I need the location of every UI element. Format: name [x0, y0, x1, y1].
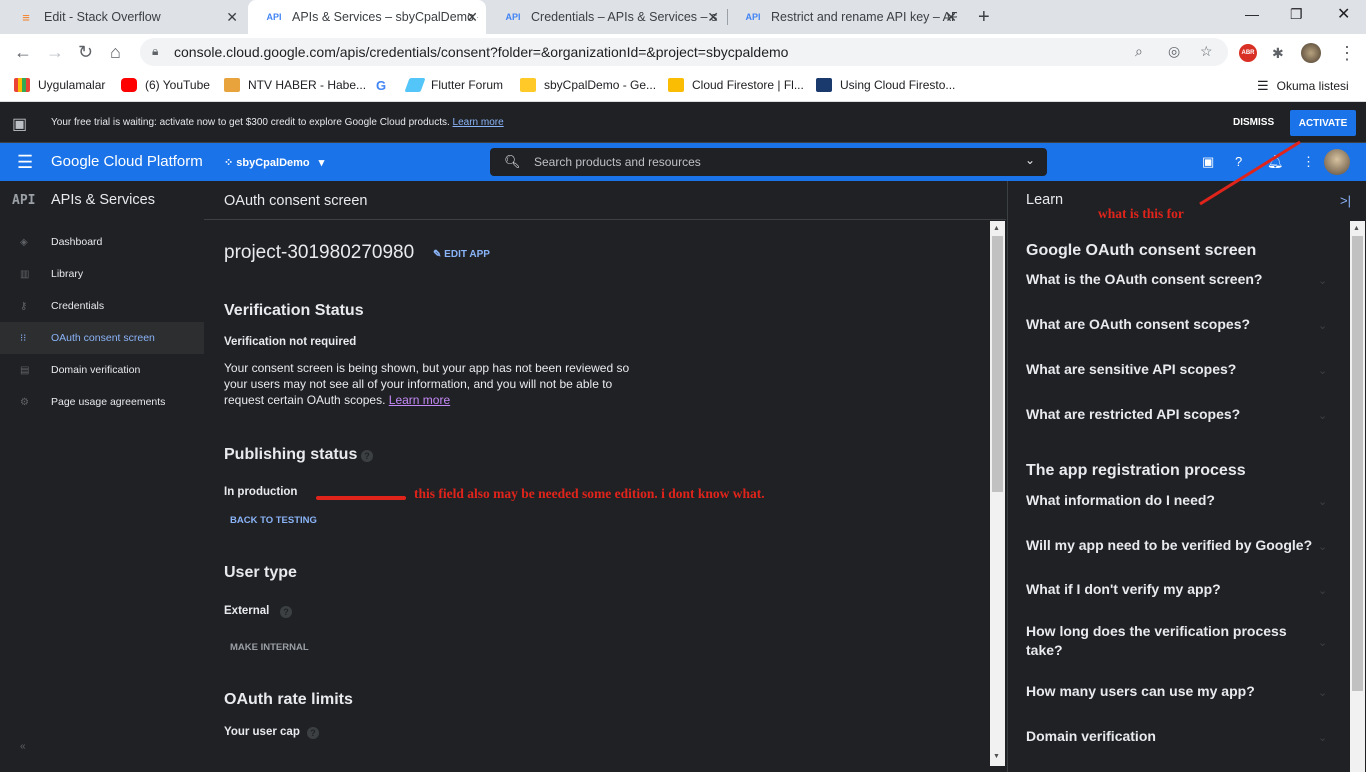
annotation-arrow-line — [1199, 140, 1301, 206]
annotation-arrow — [1199, 140, 1301, 206]
